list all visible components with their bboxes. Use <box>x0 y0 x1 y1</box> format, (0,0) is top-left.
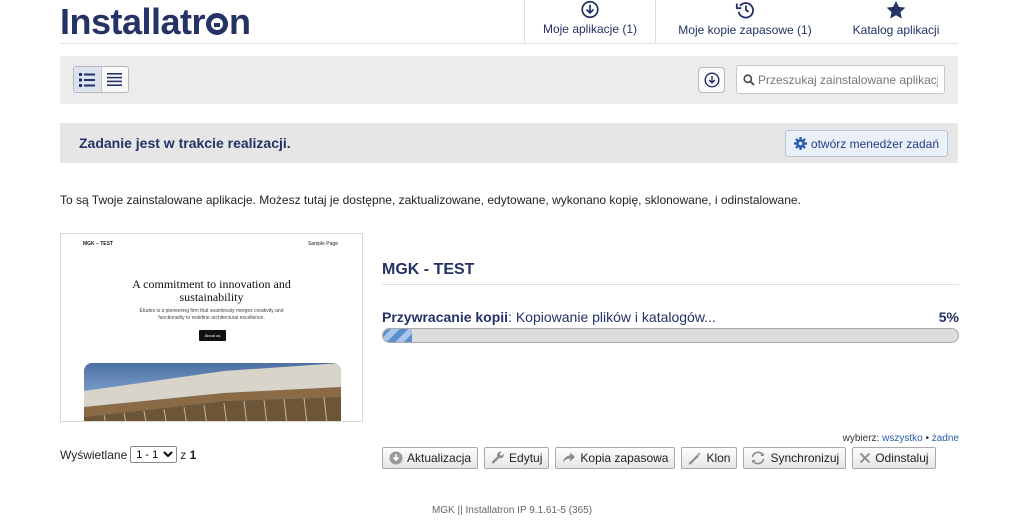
wrench-icon <box>491 451 504 464</box>
tab-my-backups[interactable]: Moje kopie zapasowe (1) <box>656 0 834 44</box>
close-icon <box>860 452 871 464</box>
preview-building-photo <box>84 363 341 421</box>
preview-button: About us <box>199 330 226 341</box>
edit-button[interactable]: Edytuj <box>484 447 550 469</box>
task-status-detail: Kopiowanie plików i katalogów... <box>511 309 716 325</box>
download-circle-icon <box>703 72 720 88</box>
app-actions: Aktualizacja Edytuj Kopia zapasowa Klon … <box>382 447 942 469</box>
sync-icon <box>752 451 765 465</box>
progress-bar <box>382 328 959 343</box>
tab-app-catalog[interactable]: Katalog aplikacji <box>834 0 958 44</box>
pagination: Wyświetlane 1 - 1 z 1 <box>60 446 196 463</box>
progress-percent: 5% <box>938 309 959 325</box>
logo-o-ring-icon <box>206 13 229 35</box>
wand-icon <box>689 452 702 465</box>
installatron-logo[interactable]: Installatr n <box>60 2 251 42</box>
task-status-label: Przywracanie kopii <box>382 309 509 325</box>
select-all-link[interactable]: wszystko <box>882 433 923 444</box>
preview-subtext: Études is a pioneering firm that seamles… <box>139 308 284 321</box>
task-status: Przywracanie kopii: Kopiowanie plików i … <box>382 309 716 325</box>
header-divider <box>60 43 958 44</box>
gear-icon <box>793 137 807 150</box>
view-toggle <box>73 66 129 93</box>
select-links: wybierz: wszystko • żadne <box>842 433 959 444</box>
progress-bar-fill <box>383 329 412 342</box>
import-button[interactable] <box>698 67 725 93</box>
clone-button[interactable]: Klon <box>681 447 738 469</box>
star-icon <box>886 0 906 19</box>
app-title[interactable]: MGK - TEST <box>382 261 474 279</box>
update-button[interactable]: Aktualizacja <box>382 447 479 469</box>
main-tabs: Moje aplikacje (1) Moje kopie zapasowe (… <box>524 0 958 44</box>
preview-heading: A commitment to innovation and sustainab… <box>132 277 291 304</box>
app-preview-thumbnail[interactable]: MGK – TEST Sample Page A commitment to i… <box>60 233 363 422</box>
footer-site: MGK <box>431 505 455 516</box>
download-circle-icon <box>389 451 403 465</box>
select-none-link[interactable]: żadne <box>932 433 959 444</box>
task-banner-text: Zadanie jest w trakcie realizacji. <box>79 135 291 151</box>
search-box[interactable] <box>736 65 945 94</box>
search-icon <box>743 73 755 86</box>
intro-text: To są Twoje zainstalowane aplikacje. Moż… <box>60 193 801 207</box>
detailed-view-button[interactable] <box>74 67 102 92</box>
sync-button[interactable]: Synchronizuj <box>743 447 847 469</box>
open-task-manager-button[interactable]: otwórz menedżer zadań <box>784 130 948 157</box>
preview-nav-link: Sample Page <box>307 241 338 247</box>
toolbar <box>60 56 958 104</box>
task-banner: Zadanie jest w trakcie realizacji. otwór… <box>60 123 958 163</box>
compact-list-icon <box>107 73 123 86</box>
history-clock-icon <box>735 2 754 19</box>
tab-my-apps[interactable]: Moje aplikacje (1) <box>524 0 656 44</box>
building-photo-image <box>84 363 341 421</box>
compact-view-button[interactable] <box>102 67 129 92</box>
page-range-select[interactable]: 1 - 1 <box>130 446 178 463</box>
preview-site-title: MGK – TEST <box>83 241 114 247</box>
app-title-divider <box>382 284 959 285</box>
download-circle-icon <box>581 0 599 19</box>
footer: MGK || Installatron IP 9.1.61-5 (365) <box>431 505 593 516</box>
share-arrow-icon <box>563 452 576 463</box>
uninstall-button[interactable]: Odinstaluj <box>852 447 936 469</box>
detailed-list-icon <box>79 72 96 87</box>
backup-button[interactable]: Kopia zapasowa <box>555 447 676 469</box>
footer-version: Installatron IP 9.1.61-5 (365) <box>465 505 593 516</box>
search-input[interactable] <box>758 72 938 87</box>
